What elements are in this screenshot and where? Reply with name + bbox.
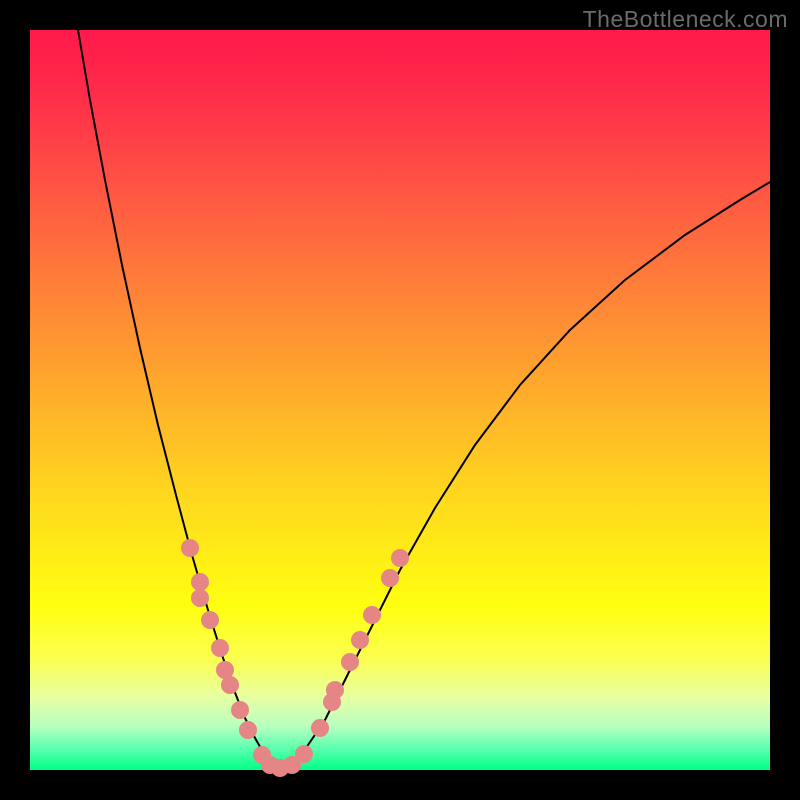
scatter-dots: [181, 539, 409, 777]
scatter-dot: [351, 631, 369, 649]
scatter-dot: [231, 701, 249, 719]
scatter-dot: [201, 611, 219, 629]
curve-left-branch: [78, 30, 275, 768]
scatter-dot: [239, 721, 257, 739]
curve-right-branch: [285, 182, 770, 768]
scatter-dot: [191, 573, 209, 591]
scatter-dot: [181, 539, 199, 557]
scatter-dot: [326, 681, 344, 699]
scatter-dot: [311, 719, 329, 737]
scatter-dot: [211, 639, 229, 657]
scatter-dot: [295, 745, 313, 763]
chart-overlay: [30, 30, 770, 770]
scatter-dot: [391, 549, 409, 567]
scatter-dot: [363, 606, 381, 624]
scatter-dot: [341, 653, 359, 671]
scatter-dot: [381, 569, 399, 587]
scatter-dot: [221, 676, 239, 694]
chart-frame: TheBottleneck.com: [0, 0, 800, 800]
scatter-dot: [191, 589, 209, 607]
watermark-text: TheBottleneck.com: [583, 6, 788, 33]
